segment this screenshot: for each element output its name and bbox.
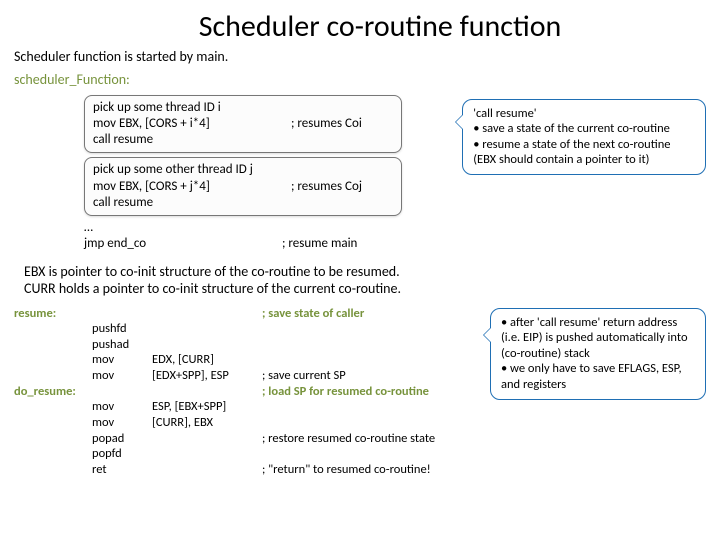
code-comment: ; resumes Coi bbox=[291, 116, 362, 132]
asm-comment: ; "return" to resumed co-routine! bbox=[262, 462, 482, 478]
asm-comment bbox=[262, 337, 482, 353]
asm-arg bbox=[152, 321, 262, 337]
asm-comment bbox=[262, 321, 482, 337]
code-box-2: pick up some other thread ID j mov EBX, … bbox=[84, 157, 402, 216]
asm-comment: ; restore resumed co-routine state bbox=[262, 431, 482, 447]
asm-listing: resume: ; save state of caller pushfd pus… bbox=[14, 306, 482, 478]
code-column: pick up some thread ID i mov EBX, [CORS … bbox=[84, 95, 402, 253]
function-label: scheduler_Function: bbox=[14, 71, 706, 89]
code-trail: … jmp end_co; resume main bbox=[84, 220, 402, 253]
asm-arg: ESP, [EBX+SPP] bbox=[152, 399, 262, 415]
asm-comment bbox=[262, 399, 482, 415]
callout-resume: 'call resume' • save a state of the curr… bbox=[462, 99, 706, 176]
callout-line: • after 'call resume' return address (i.… bbox=[501, 315, 695, 362]
code-comment: ; resume main bbox=[282, 236, 357, 252]
bottom-row: resume: ; save state of caller pushfd pus… bbox=[14, 306, 706, 478]
asm-arg: EDX, [CURR] bbox=[152, 352, 262, 368]
asm-label: resume: bbox=[14, 306, 92, 322]
asm-op: popfd bbox=[92, 446, 152, 462]
callout-line: 'call resume' bbox=[473, 106, 695, 122]
callout-stack: • after 'call resume' return address (i.… bbox=[490, 308, 706, 400]
asm-arg bbox=[152, 431, 262, 447]
code-comment: ; resumes Coj bbox=[291, 179, 362, 195]
code-line: pick up some thread ID i bbox=[93, 100, 221, 116]
asm-op bbox=[92, 384, 152, 400]
asm-label bbox=[14, 431, 92, 447]
asm-label bbox=[14, 337, 92, 353]
code-line: pick up some other thread ID j bbox=[93, 162, 253, 178]
code-line: mov EBX, [CORS + i*4] bbox=[93, 116, 291, 132]
explain-text: EBX is pointer to co-init structure of t… bbox=[24, 263, 706, 298]
top-row: pick up some thread ID i mov EBX, [CORS … bbox=[84, 95, 706, 253]
asm-arg bbox=[152, 446, 262, 462]
asm-label bbox=[14, 321, 92, 337]
asm-arg: [EDX+SPP], ESP bbox=[152, 368, 262, 384]
asm-arg bbox=[152, 306, 262, 322]
asm-op: mov bbox=[92, 368, 152, 384]
asm-arg bbox=[152, 337, 262, 353]
asm-op: ret bbox=[92, 462, 152, 478]
code-line: mov EBX, [CORS + j*4] bbox=[93, 179, 291, 195]
code-line: jmp end_co bbox=[84, 236, 282, 252]
callout-line: • save a state of the current co-routine bbox=[473, 121, 695, 137]
asm-op: mov bbox=[92, 399, 152, 415]
asm-comment bbox=[262, 415, 482, 431]
code-line: call resume bbox=[93, 195, 153, 211]
asm-comment: ; save current SP bbox=[262, 368, 482, 384]
asm-arg bbox=[152, 384, 262, 400]
asm-comment bbox=[262, 352, 482, 368]
asm-label bbox=[14, 368, 92, 384]
asm-comment: ; load SP for resumed co-routine bbox=[262, 384, 482, 400]
code-line: call resume bbox=[93, 132, 153, 148]
asm-label bbox=[14, 415, 92, 431]
asm-label bbox=[14, 399, 92, 415]
asm-op: mov bbox=[92, 415, 152, 431]
asm-op: mov bbox=[92, 352, 152, 368]
asm-comment bbox=[262, 446, 482, 462]
asm-op: pushad bbox=[92, 337, 152, 353]
asm-label bbox=[14, 446, 92, 462]
callout-line: • we only have to save EFLAGS, ESP, and … bbox=[501, 361, 695, 392]
explain-line: CURR holds a pointer to co-init structur… bbox=[24, 280, 706, 298]
asm-label bbox=[14, 462, 92, 478]
asm-label: do_resume: bbox=[14, 384, 92, 400]
explain-line: EBX is pointer to co-init structure of t… bbox=[24, 263, 706, 281]
callout-line: • resume a state of the next co-routine … bbox=[473, 137, 695, 168]
asm-op: popad bbox=[92, 431, 152, 447]
asm-comment: ; save state of caller bbox=[262, 306, 482, 322]
asm-arg bbox=[152, 462, 262, 478]
slide-subtitle: Scheduler function is started by main. bbox=[14, 48, 706, 66]
asm-label bbox=[14, 352, 92, 368]
asm-op bbox=[92, 306, 152, 322]
asm-arg: [CURR], EBX bbox=[152, 415, 262, 431]
slide-title: Scheduler co-routine function bbox=[14, 8, 706, 46]
code-box-1: pick up some thread ID i mov EBX, [CORS … bbox=[84, 95, 402, 154]
asm-op: pushfd bbox=[92, 321, 152, 337]
code-line: … bbox=[84, 220, 282, 236]
